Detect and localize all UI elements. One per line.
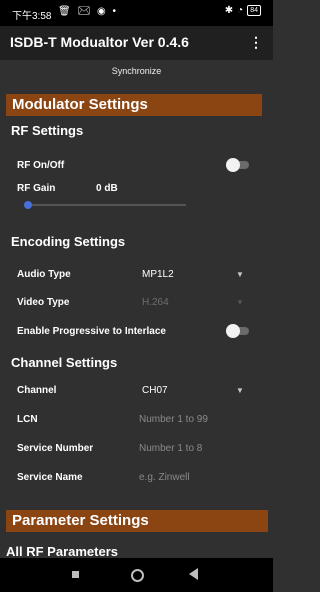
synchronize-button[interactable]: Synchronize (0, 66, 273, 76)
service-number-label: Service Number (17, 443, 94, 454)
audio-type-select[interactable]: MP1L2 (142, 269, 174, 280)
back-icon[interactable] (189, 568, 198, 580)
rf-onoff-label: RF On/Off (17, 160, 65, 171)
progressive-switch[interactable] (226, 324, 249, 338)
slider-thumb[interactable] (24, 201, 32, 209)
status-bar: 下午3:58 🗑 ✉ ◉ • ✱ ◔ 84 (0, 0, 273, 26)
service-name-label: Service Name (17, 472, 83, 483)
all-rf-parameters-title: All RF Parameters (6, 544, 118, 559)
video-type-label: Video Type (17, 297, 70, 308)
parameter-settings-header: Parameter Settings (6, 510, 268, 532)
rf-gain-label: RF Gain (17, 183, 56, 194)
battery-icon: 84 (247, 5, 261, 16)
wifi-icon: ◔ (237, 5, 244, 16)
lcn-input[interactable]: Number 1 to 99 (139, 414, 208, 425)
status-time: 下午3:58 (12, 11, 52, 22)
chevron-down-icon[interactable]: ▼ (236, 386, 244, 395)
service-number-input[interactable]: Number 1 to 8 (139, 443, 202, 454)
modulator-settings-title: Modulator Settings (12, 96, 148, 113)
channel-settings-title: Channel Settings (11, 355, 118, 370)
service-name-input[interactable]: e.g. Zinwell (139, 472, 190, 483)
video-type-select[interactable]: H.264 (142, 297, 169, 308)
encoding-settings-title: Encoding Settings (11, 234, 126, 249)
rf-settings-title: RF Settings (11, 123, 84, 138)
bluetooth-icon: ✱ (224, 5, 234, 16)
channel-label: Channel (17, 385, 57, 396)
recent-apps-icon[interactable] (72, 571, 79, 578)
chevron-down-icon[interactable]: ▼ (236, 298, 244, 307)
app-title: ISDB-T Modualtor Ver 0.4.6 (10, 34, 189, 50)
slider-rail (24, 204, 186, 206)
parameter-settings-title: Parameter Settings (12, 512, 149, 529)
chevron-down-icon[interactable]: ▼ (236, 270, 244, 279)
app-bar: ISDB-T Modualtor Ver 0.4.6 ⋮ (0, 26, 273, 60)
switch-thumb (226, 324, 240, 338)
overflow-menu-icon[interactable]: ⋮ (249, 34, 263, 51)
home-icon[interactable] (131, 569, 144, 582)
modulator-settings-header: Modulator Settings (6, 94, 262, 116)
lcn-label: LCN (17, 414, 38, 425)
notification-icons: 🗑 ✉ ◉ • (58, 6, 118, 17)
switch-thumb (226, 158, 240, 172)
rf-gain-value: 0 dB (96, 183, 118, 194)
rf-onoff-switch[interactable] (226, 158, 249, 172)
channel-select[interactable]: CH07 (142, 385, 168, 396)
progressive-label: Enable Progressive to Interlace (17, 326, 166, 337)
navigation-bar (0, 558, 273, 592)
system-icons: ✱ ◔ 84 (225, 5, 261, 16)
audio-type-label: Audio Type (17, 269, 71, 280)
rf-gain-slider[interactable] (24, 200, 186, 210)
